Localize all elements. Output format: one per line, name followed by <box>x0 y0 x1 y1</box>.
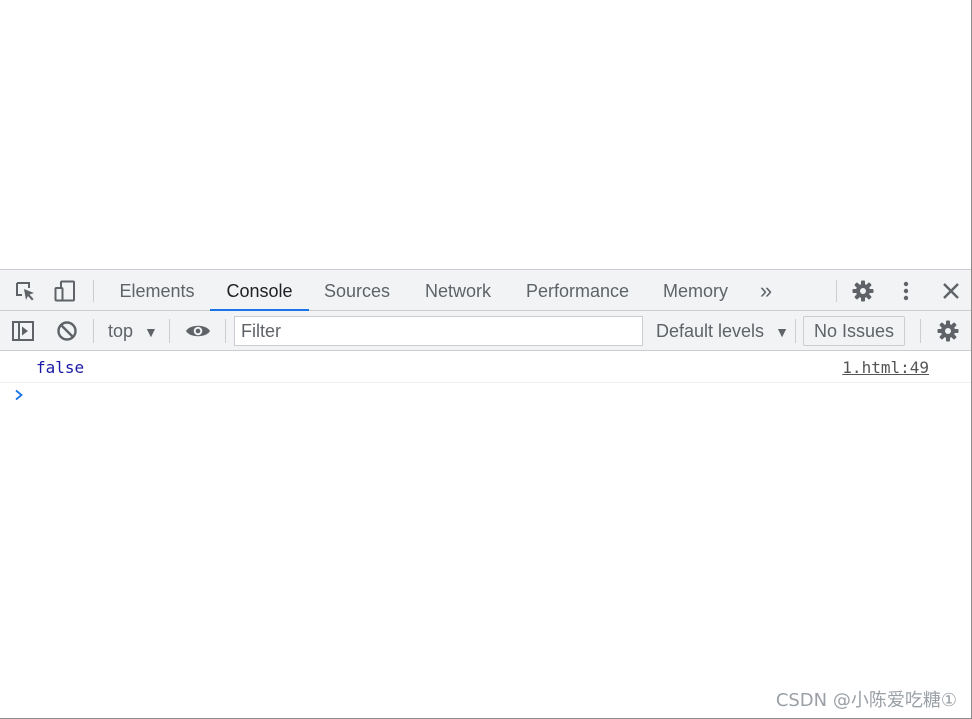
tab-elements[interactable]: Elements <box>110 270 204 310</box>
toolbar-divider <box>795 319 796 343</box>
log-levels-dropdown[interactable]: Default levels ▼ <box>656 311 789 350</box>
toolbar-divider <box>225 319 226 343</box>
context-selector[interactable]: top ▼ <box>108 311 158 350</box>
console-settings-gear-icon[interactable] <box>937 320 959 342</box>
page-viewport <box>0 0 971 269</box>
dropdown-arrow-icon: ▼ <box>775 324 789 340</box>
clear-console-icon[interactable] <box>56 320 78 342</box>
toolbar-divider <box>836 280 837 302</box>
console-message: false 1.html:49 <box>0 351 971 383</box>
console-prompt-icon[interactable] <box>12 387 26 403</box>
dropdown-arrow-icon: ▼ <box>144 324 158 340</box>
toolbar-divider <box>93 319 94 343</box>
toolbar-divider <box>169 319 170 343</box>
browser-window: Elements Console Sources Network Perform… <box>0 0 972 719</box>
tab-memory[interactable]: Memory <box>651 270 740 310</box>
context-label: top <box>108 321 134 341</box>
tab-network[interactable]: Network <box>412 270 504 310</box>
filter-input[interactable] <box>234 316 643 346</box>
tab-sources[interactable]: Sources <box>315 270 399 310</box>
device-toolbar-icon[interactable] <box>54 280 76 302</box>
more-tabs-icon[interactable]: » <box>752 270 780 310</box>
watermark: CSDN @小陈爱吃糖① <box>775 690 957 711</box>
devtools-panel: Elements Console Sources Network Perform… <box>0 269 971 718</box>
more-options-icon[interactable] <box>895 280 917 302</box>
devtools-tabbar: Elements Console Sources Network Perform… <box>0 269 971 311</box>
tab-performance[interactable]: Performance <box>515 270 640 310</box>
show-sidebar-icon[interactable] <box>12 320 34 342</box>
toolbar-divider <box>920 319 921 343</box>
tab-console[interactable]: Console <box>210 270 309 311</box>
console-message-value: false <box>36 358 85 377</box>
console-toolbar: top ▼ Default levels ▼ No Issues <box>0 311 971 351</box>
console-message-source-link[interactable]: 1.html:49 <box>842 358 929 377</box>
toolbar-divider <box>93 280 94 302</box>
live-expression-eye-icon[interactable] <box>185 320 211 342</box>
close-icon[interactable] <box>940 280 962 302</box>
settings-gear-icon[interactable] <box>852 280 874 302</box>
log-levels-label: Default levels <box>656 321 765 341</box>
inspect-element-icon[interactable] <box>14 280 36 302</box>
issues-button[interactable]: No Issues <box>803 316 905 346</box>
console-output: false 1.html:49 <box>0 351 971 718</box>
